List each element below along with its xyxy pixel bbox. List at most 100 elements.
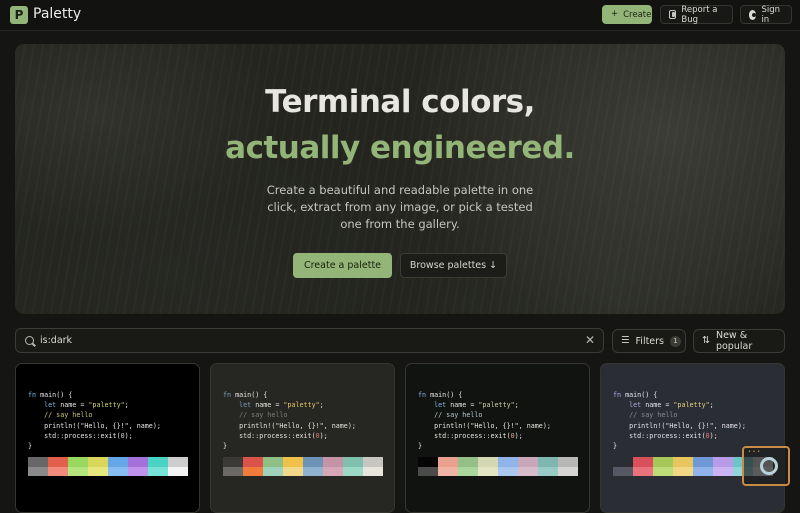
code-token: std::process::exit( xyxy=(223,431,316,440)
hero-title-line-1: Terminal colors, xyxy=(265,84,535,120)
github-icon xyxy=(749,9,757,20)
search-query[interactable]: is:dark xyxy=(40,335,72,346)
code-token: std::process::exit( xyxy=(418,431,511,440)
color-swatch xyxy=(128,457,148,467)
code-token: // say hello xyxy=(418,411,483,420)
color-swatch xyxy=(653,457,673,467)
code-token: main() { xyxy=(40,391,73,399)
code-token: "paletty" xyxy=(478,401,515,410)
color-swatch xyxy=(68,457,88,467)
sort-icon: ⇅ xyxy=(702,335,710,347)
code-token: fn xyxy=(613,391,626,399)
code-line: std::process::exit(0); xyxy=(28,431,161,441)
code-preview: fn main() { let name = "paletty"; // say… xyxy=(223,390,356,451)
report-bug-label: Report a Bug xyxy=(681,4,718,25)
color-swatch xyxy=(693,466,713,476)
code-token: name = xyxy=(450,401,479,410)
color-swatch xyxy=(323,466,343,476)
brand-name[interactable]: Paletty xyxy=(33,6,81,22)
color-swatch xyxy=(343,466,363,476)
report-bug-button[interactable]: Report a Bug xyxy=(660,4,733,25)
color-swatch xyxy=(713,457,733,467)
sort-button[interactable]: ⇅ New & popular xyxy=(693,329,785,353)
plus-icon: + xyxy=(611,9,619,20)
create-palette-button[interactable]: Create a palette xyxy=(293,253,392,278)
color-swatch xyxy=(363,466,383,476)
color-swatch xyxy=(518,466,538,476)
color-swatch xyxy=(633,466,653,476)
create-button[interactable]: + Create xyxy=(602,5,652,24)
color-swatch xyxy=(303,466,323,476)
color-swatch xyxy=(68,466,88,476)
hero-title-line-2: actually engineered. xyxy=(225,130,575,166)
color-swatch xyxy=(478,457,498,467)
color-swatch-grid xyxy=(223,457,383,476)
code-token: "paletty" xyxy=(673,401,710,410)
code-line: fn main() { xyxy=(28,390,161,400)
code-preview: fn main() { let name = "paletty"; // say… xyxy=(418,390,551,451)
filters-button[interactable]: ☰ Filters 1 xyxy=(612,329,686,353)
hero-banner: Terminal colors, actually engineered. Cr… xyxy=(15,44,785,314)
code-token: ); xyxy=(514,431,523,440)
color-swatch xyxy=(363,457,383,467)
palette-card[interactable]: fn main() { let name = "paletty"; // say… xyxy=(15,363,200,513)
search-input[interactable]: is:dark ✕ xyxy=(15,328,604,353)
code-token: main() { xyxy=(235,391,268,399)
code-token: ); xyxy=(124,431,133,440)
code-line: std::process::exit(0); xyxy=(223,431,356,441)
color-swatch xyxy=(168,466,188,476)
code-token: } xyxy=(613,442,618,451)
color-swatch xyxy=(263,457,283,467)
code-token: ; xyxy=(319,401,324,410)
color-swatch xyxy=(303,457,323,467)
color-swatch xyxy=(88,457,108,467)
code-line: println!("Hello, {}!", name); xyxy=(223,421,356,431)
color-swatch xyxy=(438,457,458,467)
color-swatch xyxy=(28,457,48,467)
color-swatch xyxy=(613,466,633,476)
code-token: ; xyxy=(124,401,129,410)
code-line: println!("Hello, {}!", name); xyxy=(613,421,746,431)
color-swatch xyxy=(283,457,303,467)
color-swatch xyxy=(498,457,518,467)
sign-in-button[interactable]: Sign in xyxy=(740,5,792,25)
palette-card[interactable]: fn main() { let name = "paletty"; // say… xyxy=(405,363,590,513)
color-swatch xyxy=(48,466,68,476)
color-swatch xyxy=(498,466,518,476)
code-line: std::process::exit(0); xyxy=(418,431,551,441)
color-swatch xyxy=(653,466,673,476)
color-swatch xyxy=(108,466,128,476)
browse-palettes-button[interactable]: Browse palettes ↓ xyxy=(400,253,507,278)
color-swatch xyxy=(108,457,128,467)
color-swatch xyxy=(538,466,558,476)
palette-card[interactable]: fn main() { let name = "paletty"; // say… xyxy=(600,363,785,513)
code-token: } xyxy=(223,442,228,451)
code-token: name = xyxy=(255,401,284,410)
filter-icon: ☰ xyxy=(621,335,630,347)
code-token: ; xyxy=(514,401,519,410)
color-swatch xyxy=(478,466,498,476)
color-swatch xyxy=(418,457,438,467)
color-swatch xyxy=(223,466,243,476)
code-preview: fn main() { let name = "paletty"; // say… xyxy=(613,390,746,451)
color-swatch xyxy=(243,457,263,467)
color-swatch xyxy=(713,466,733,476)
code-token: let xyxy=(223,401,256,410)
color-swatch xyxy=(148,457,168,467)
color-swatch xyxy=(633,457,653,467)
code-line: // say hello xyxy=(418,410,551,420)
clear-search-icon[interactable]: ✕ xyxy=(585,333,595,347)
floating-widget-icon[interactable] xyxy=(742,446,790,486)
code-token: std::process::exit( xyxy=(28,431,121,440)
color-swatch xyxy=(88,466,108,476)
code-line: // say hello xyxy=(613,410,746,420)
code-token: println!("Hello, {}!", name); xyxy=(28,421,161,430)
code-line: fn main() { xyxy=(223,390,356,400)
color-swatch xyxy=(128,466,148,476)
palette-card[interactable]: fn main() { let name = "paletty"; // say… xyxy=(210,363,395,513)
code-token: ); xyxy=(319,431,328,440)
code-line: let name = "paletty"; xyxy=(418,400,551,410)
code-token: } xyxy=(28,442,33,451)
logo-icon[interactable]: P xyxy=(10,6,28,24)
search-icon xyxy=(25,336,34,345)
